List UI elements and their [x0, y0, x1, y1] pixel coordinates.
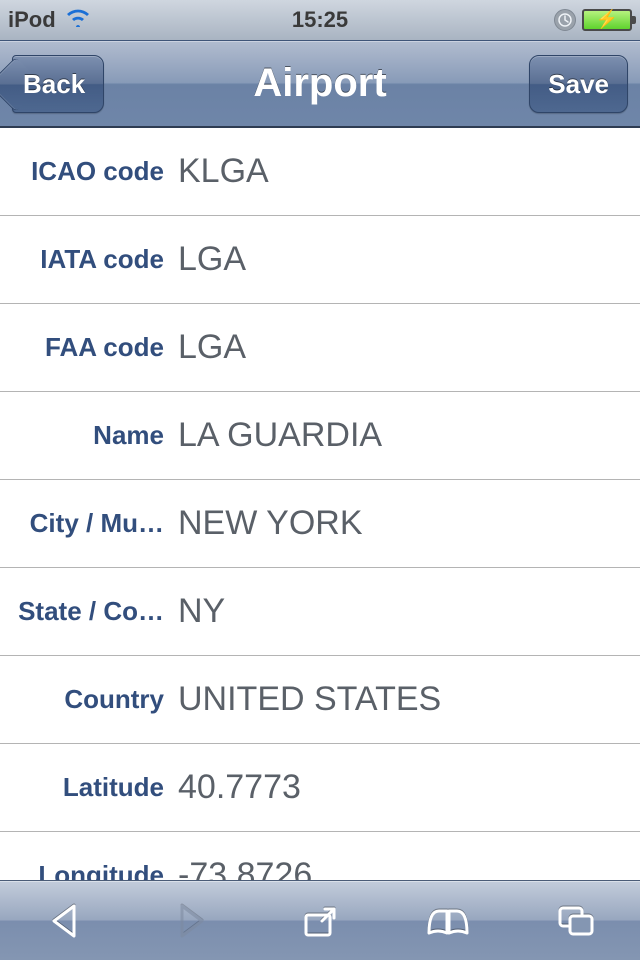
alarm-icon: [554, 9, 576, 31]
input-faa[interactable]: LGA: [178, 328, 626, 367]
clock: 15:25: [0, 7, 640, 33]
row-country: Country UNITED STATES: [0, 656, 640, 744]
save-button[interactable]: Save: [529, 55, 628, 113]
input-country[interactable]: UNITED STATES: [178, 680, 626, 719]
row-faa: FAA code LGA: [0, 304, 640, 392]
back-button[interactable]: Back: [12, 55, 104, 113]
row-latitude: Latitude 40.7773: [0, 744, 640, 832]
label-longitude: Longitude: [0, 860, 178, 880]
label-latitude: Latitude: [0, 772, 178, 803]
input-name[interactable]: LA GUARDIA: [178, 416, 626, 455]
row-iata: IATA code LGA: [0, 216, 640, 304]
share-button[interactable]: [290, 891, 350, 951]
browser-forward-button[interactable]: [162, 891, 222, 951]
input-longitude[interactable]: -73.8726: [178, 856, 626, 880]
row-state: State / Co… NY: [0, 568, 640, 656]
row-name: Name LA GUARDIA: [0, 392, 640, 480]
back-button-label: Back: [23, 69, 85, 100]
wifi-icon: [64, 6, 92, 34]
status-bar: iPod 15:25 ⚡: [0, 0, 640, 40]
nav-bar: Back Airport Save: [0, 40, 640, 128]
label-faa: FAA code: [0, 332, 178, 363]
input-latitude[interactable]: 40.7773: [178, 768, 626, 807]
label-state: State / Co…: [0, 596, 178, 627]
form-content[interactable]: ICAO code KLGA IATA code LGA FAA code LG…: [0, 128, 640, 880]
browser-back-button[interactable]: [34, 891, 94, 951]
battery-charging-icon: ⚡: [582, 9, 632, 31]
input-state[interactable]: NY: [178, 592, 626, 631]
device-label: iPod: [8, 7, 56, 33]
label-icao: ICAO code: [0, 156, 178, 187]
input-iata[interactable]: LGA: [178, 240, 626, 279]
row-longitude: Longitude -73.8726: [0, 832, 640, 880]
label-country: Country: [0, 684, 178, 715]
label-name: Name: [0, 420, 178, 451]
label-city: City / Mu…: [0, 508, 178, 539]
row-city: City / Mu… NEW YORK: [0, 480, 640, 568]
tabs-button[interactable]: [546, 891, 606, 951]
input-city[interactable]: NEW YORK: [178, 504, 626, 543]
label-iata: IATA code: [0, 244, 178, 275]
input-icao[interactable]: KLGA: [178, 152, 626, 191]
browser-toolbar: [0, 880, 640, 960]
save-button-label: Save: [548, 69, 609, 100]
bookmarks-button[interactable]: [418, 891, 478, 951]
row-icao: ICAO code KLGA: [0, 128, 640, 216]
page-title: Airport: [253, 61, 386, 106]
